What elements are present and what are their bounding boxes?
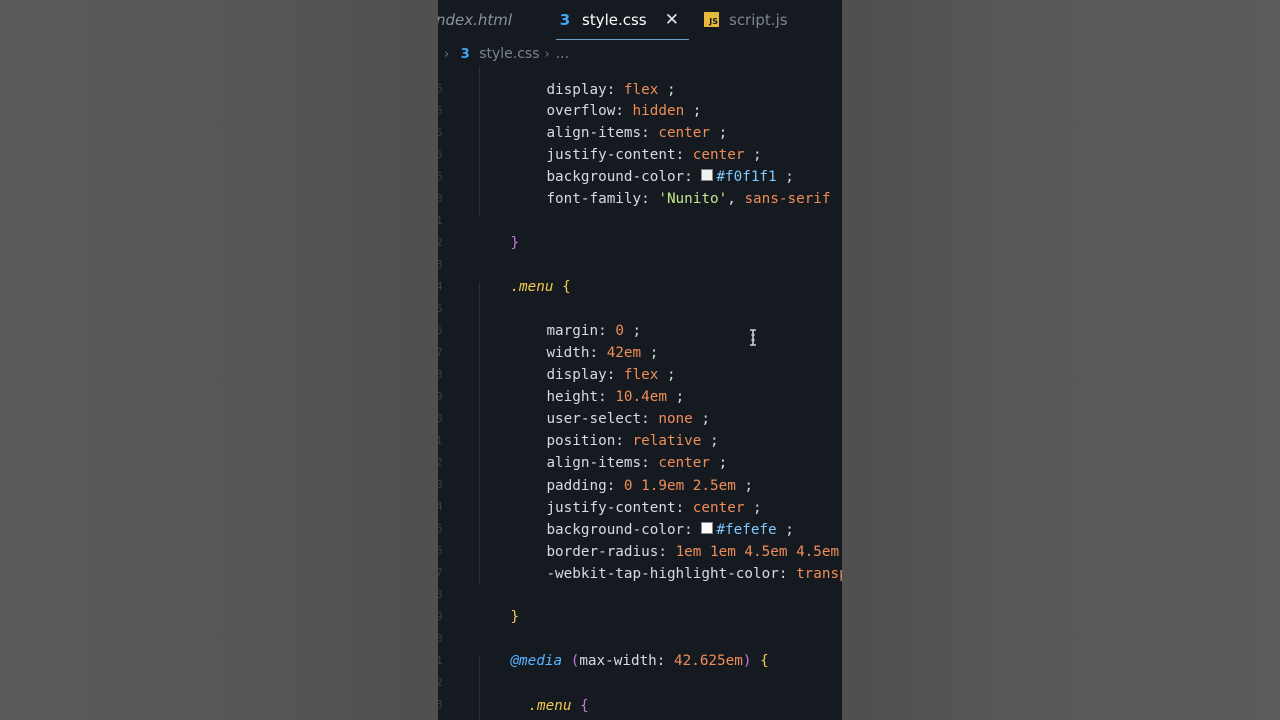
- background-left: [0, 0, 438, 720]
- tab-label: ndex.html: [438, 11, 513, 29]
- line-number: 2: [438, 676, 443, 689]
- code-line[interactable]: @media (max-width: 42.625em) {: [476, 628, 768, 669]
- line-number: 3: [438, 258, 443, 271]
- line-number: 6: [438, 148, 443, 161]
- indent-guide: [479, 282, 480, 584]
- code-line[interactable]: align-items: center ;: [512, 430, 727, 471]
- code-line[interactable]: background-color: #f0f1f1 ;: [512, 144, 794, 185]
- line-number: 2: [438, 236, 443, 249]
- line-number: 7: [438, 566, 443, 579]
- tab-label: style.css: [582, 10, 647, 29]
- code-line[interactable]: user-select: none ;: [512, 386, 710, 427]
- line-number: 8: [438, 588, 443, 601]
- code-line[interactable]: height: 10.4em ;: [512, 364, 684, 405]
- line-number: 1: [438, 654, 443, 667]
- code-line[interactable]: position: relative ;: [512, 408, 718, 449]
- line-number: 5: [438, 522, 443, 535]
- line-number: 7: [438, 346, 443, 359]
- code-line[interactable]: justify-content: center ;: [512, 475, 761, 516]
- line-number: 6: [438, 82, 443, 95]
- line-number: 5: [438, 302, 443, 315]
- code-line[interactable]: width: 42em ;: [512, 320, 658, 361]
- line-number-gutter: 6 6 6 6 6 0 1 2 3 4 5 5 7 3 9 0 1 2 3 4 …: [438, 0, 446, 720]
- tab-label: script.js: [729, 11, 788, 29]
- code-line[interactable]: .menu {: [494, 673, 588, 714]
- line-number: 9: [438, 610, 443, 623]
- close-icon[interactable]: ✕: [665, 10, 679, 30]
- line-number: 4: [438, 280, 443, 293]
- code-editor[interactable]: ndex.html 3 style.css ✕ JS script.js › 3…: [438, 0, 842, 720]
- code-line[interactable]: border-radius: 1em 1em 4.5em 4.5em ;: [512, 519, 842, 560]
- line-number: 0: [438, 632, 443, 645]
- css-file-icon: 3: [460, 46, 470, 62]
- line-number: 9: [438, 390, 443, 403]
- line-number: 0: [438, 412, 443, 425]
- code-line[interactable]: overflow: hidden ;: [512, 78, 701, 119]
- line-number: 6: [438, 170, 443, 183]
- line-number: 3: [438, 368, 443, 381]
- line-number: 1: [438, 434, 443, 447]
- line-number: 4: [438, 500, 443, 513]
- line-number: 2: [438, 456, 443, 469]
- code-line[interactable]: margin: 0 ;: [512, 298, 641, 339]
- js-file-icon: JS: [704, 12, 719, 27]
- indent-guide: [479, 66, 480, 216]
- code-line[interactable]: .menu {: [476, 254, 570, 295]
- tab-script-js[interactable]: JS script.js: [704, 0, 788, 40]
- css-file-icon: 3: [559, 10, 571, 29]
- code-line[interactable]: background-color: #fefefe ;: [512, 497, 794, 538]
- line-number: 3: [438, 698, 443, 711]
- line-number: 6: [438, 544, 443, 557]
- code-line[interactable]: display: flex ;: [512, 342, 675, 383]
- code-line[interactable]: }: [476, 584, 519, 625]
- tab-bar: ndex.html 3 style.css ✕ JS script.js: [438, 0, 842, 40]
- background-right: [842, 0, 1280, 720]
- code-line[interactable]: -webkit-tap-highlight-color: transparent: [512, 541, 842, 582]
- code-line[interactable]: padding: 0 1.9em 2.5em ;: [512, 453, 753, 494]
- text-cursor-icon: [750, 329, 756, 346]
- line-number: 3: [438, 478, 443, 491]
- code-line[interactable]: }: [476, 210, 519, 251]
- line-number: 5: [438, 324, 443, 337]
- code-line[interactable]: justify-content: center ;: [512, 122, 761, 163]
- tab-style-css[interactable]: 3 style.css ✕: [556, 0, 689, 40]
- code-line[interactable]: font-family: 'Nunito', sans-serif ;: [512, 166, 842, 207]
- code-line[interactable]: align-items: center ;: [512, 100, 727, 141]
- line-number: 1: [438, 214, 443, 227]
- line-number: 0: [438, 192, 443, 205]
- line-number: 6: [438, 126, 443, 139]
- tab-index-html[interactable]: ndex.html: [438, 0, 512, 40]
- code-line[interactable]: display: flex ;: [512, 57, 675, 98]
- line-number: 6: [438, 104, 443, 117]
